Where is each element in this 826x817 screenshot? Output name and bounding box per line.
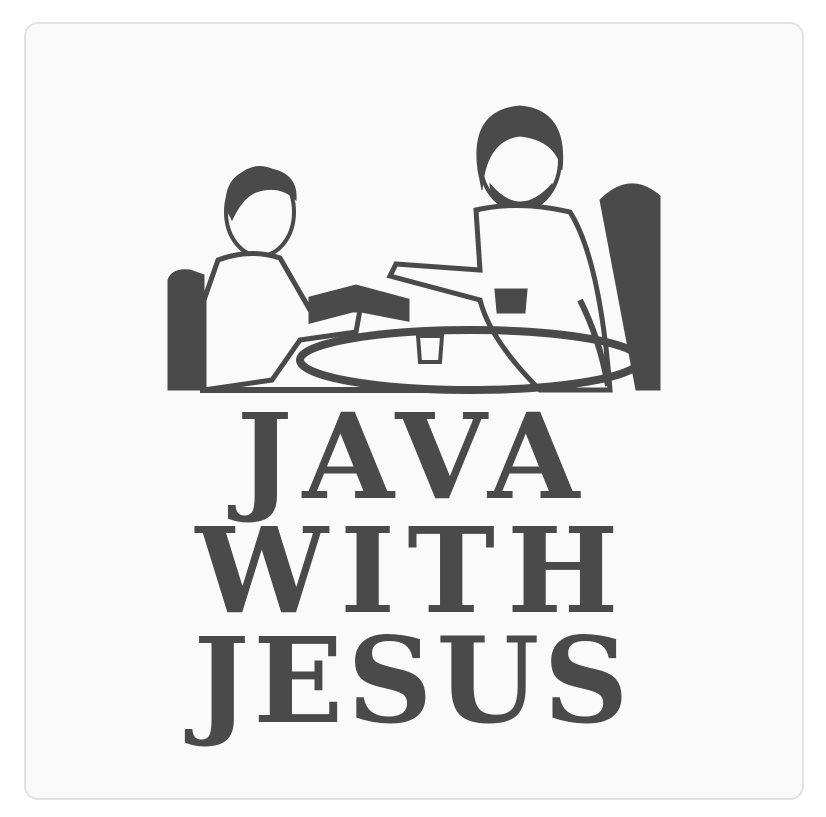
left-cup (415, 334, 445, 364)
table-scene-illustration (167, 105, 661, 394)
left-chair (167, 269, 205, 391)
left-man-body (201, 250, 363, 393)
right-cup (494, 288, 528, 314)
title-line-1: JAVA (236, 387, 590, 526)
title-line-3: JESUS (193, 611, 633, 750)
